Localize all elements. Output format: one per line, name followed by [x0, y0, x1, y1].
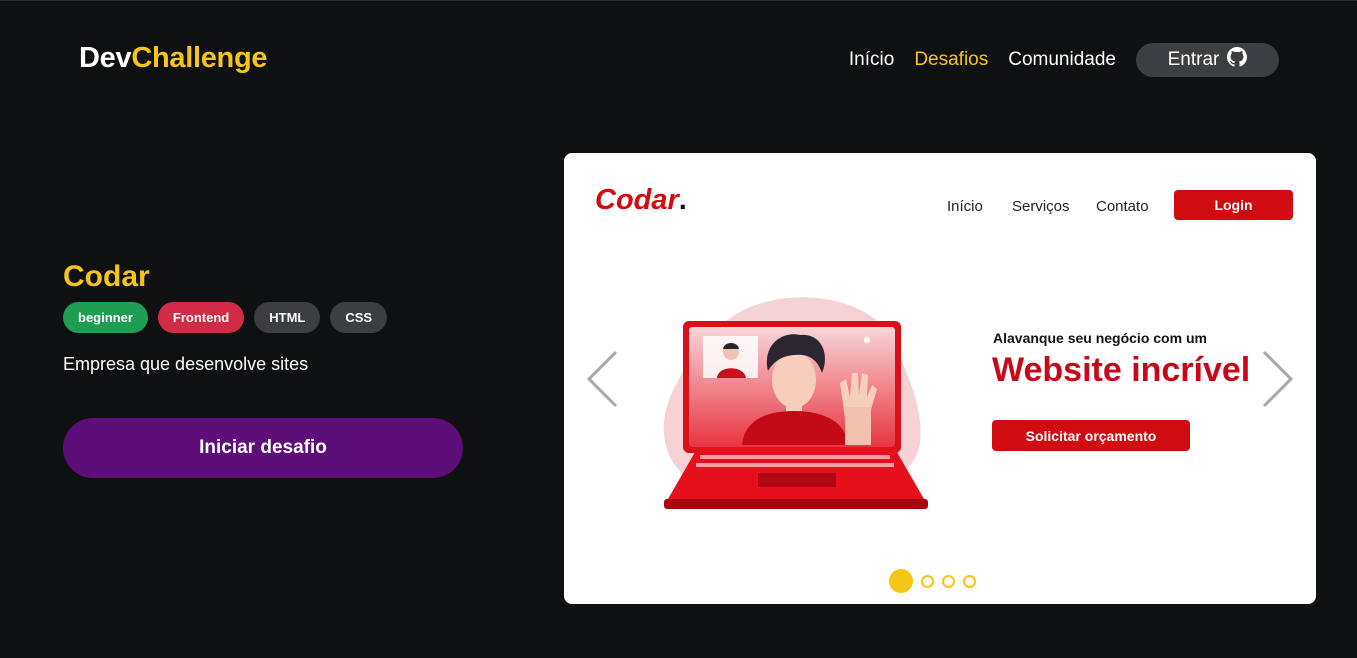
preview-subheadline: Alavanque seu negócio com um — [993, 330, 1207, 346]
main-nav: Início Desafios Comunidade Entrar — [829, 43, 1279, 77]
carousel-dot-4[interactable] — [963, 574, 976, 588]
tag-css: CSS — [330, 302, 388, 333]
chevron-right-icon — [1262, 350, 1294, 408]
login-button-label: Entrar — [1167, 49, 1220, 70]
preview-nav-inicio: Início — [947, 198, 983, 215]
tag-html: HTML — [254, 302, 321, 333]
codar-logo-text: Codar — [595, 184, 679, 216]
tag-frontend: Frontend — [157, 302, 245, 333]
preview-nav-contato: Contato — [1096, 198, 1149, 215]
laptop-video-call-illustration — [663, 297, 928, 509]
carousel-indicators — [889, 569, 976, 593]
github-icon — [1227, 47, 1248, 73]
preview-nav-servicos: Serviços — [1012, 198, 1070, 215]
challenge-title: Codar — [63, 260, 150, 293]
codar-logo-dot: . — [678, 184, 687, 216]
logo-dev-text: Dev — [79, 42, 132, 74]
carousel-prev-arrow[interactable] — [584, 350, 620, 413]
preview-headline: Website incrível — [992, 351, 1251, 389]
login-button[interactable]: Entrar — [1136, 43, 1279, 77]
tag-beginner: beginner — [63, 302, 148, 333]
top-border — [0, 0, 1357, 1]
challenge-description: Empresa que desenvolve sites — [63, 354, 309, 374]
carousel-dot-3[interactable] — [942, 574, 955, 588]
nav-link-desafios[interactable]: Desafios — [914, 49, 988, 71]
tag-list: beginner Frontend HTML CSS — [63, 302, 388, 333]
preview-login-button: Login — [1174, 190, 1293, 220]
nav-link-inicio[interactable]: Início — [849, 49, 894, 71]
preview-slide: Codar. Início Serviços Contato Login Ala… — [564, 153, 1316, 604]
site-logo[interactable]: DevChallenge — [79, 42, 268, 75]
start-challenge-button[interactable]: Iniciar desafio — [63, 418, 463, 478]
preview-cta-button: Solicitar orçamento — [992, 420, 1190, 451]
nav-link-comunidade[interactable]: Comunidade — [1008, 49, 1116, 71]
chevron-left-icon — [586, 350, 618, 408]
logo-challenge-text: Challenge — [131, 42, 268, 74]
preview-carousel: Codar. Início Serviços Contato Login Ala… — [564, 153, 1316, 604]
carousel-dot-1[interactable] — [889, 569, 913, 593]
codar-logo: Codar. — [595, 184, 687, 217]
carousel-dot-2[interactable] — [921, 574, 934, 588]
carousel-next-arrow[interactable] — [1260, 350, 1296, 413]
